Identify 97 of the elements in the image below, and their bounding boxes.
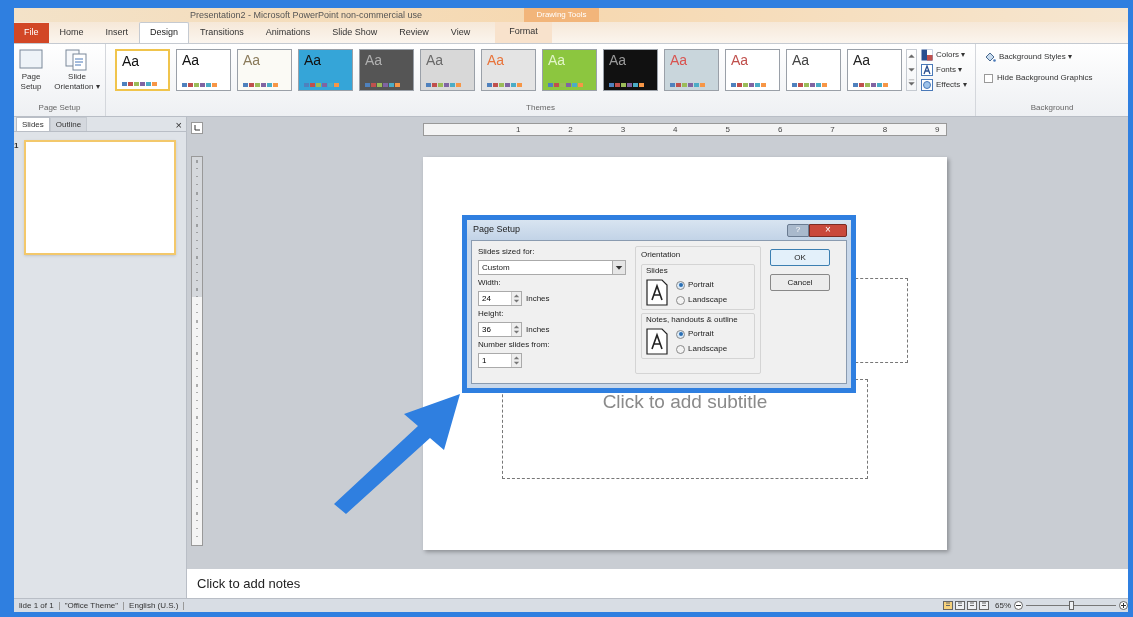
radio-label: Portrait bbox=[688, 328, 714, 340]
color-grid-icon bbox=[921, 49, 933, 61]
context-tab-label: Drawing Tools bbox=[524, 8, 599, 22]
radio-button[interactable] bbox=[676, 295, 685, 305]
more-icon[interactable] bbox=[907, 76, 916, 89]
ribbon-button[interactable]: Page Setup bbox=[14, 48, 48, 92]
theme-thumbnail[interactable]: Aa bbox=[420, 49, 475, 91]
zoom-slider-thumb[interactable] bbox=[1068, 601, 1074, 610]
ribbon-tab[interactable]: Slide Show bbox=[321, 23, 389, 43]
radio-button[interactable] bbox=[676, 344, 685, 354]
checkbox[interactable] bbox=[984, 73, 993, 83]
radio-label: Landscape bbox=[688, 343, 728, 355]
ruler-number: 8 bbox=[881, 125, 888, 134]
ribbon-menu-button[interactable]: Colors ▾ bbox=[921, 49, 967, 61]
dialog-title: Page Setup bbox=[473, 223, 521, 237]
view-icon[interactable] bbox=[955, 601, 965, 610]
ribbon-tab[interactable]: View bbox=[439, 23, 482, 43]
ribbon-menu-button[interactable]: Effects ▾ bbox=[921, 79, 967, 91]
theme-thumbnail[interactable]: Aa bbox=[298, 49, 353, 91]
spinner-icon[interactable] bbox=[511, 323, 521, 336]
zoom-out-icon[interactable] bbox=[1014, 601, 1023, 610]
theme-thumbnail[interactable]: Aa bbox=[603, 49, 658, 91]
ribbon-tab[interactable]: Home bbox=[48, 23, 95, 43]
close-button[interactable]: × bbox=[175, 120, 186, 131]
unit-label: Inches bbox=[526, 292, 550, 305]
ribbon-tab[interactable]: Animations bbox=[254, 23, 322, 43]
ribbon-tab[interactable]: Format bbox=[495, 21, 552, 43]
checkbox-label: Hide Background Graphics bbox=[997, 72, 1093, 84]
page-letter-icon bbox=[646, 328, 668, 355]
spinner-icon[interactable] bbox=[511, 354, 521, 367]
letter-icon bbox=[921, 64, 933, 76]
slide-thumbnail[interactable] bbox=[24, 140, 176, 255]
group-label: Page Setup bbox=[37, 102, 82, 114]
ruler-number: 5 bbox=[724, 125, 730, 134]
ribbon-tab[interactable]: File bbox=[14, 23, 49, 43]
ribbon-tab[interactable]: Review bbox=[388, 23, 440, 43]
size-dropdown[interactable]: Custom bbox=[478, 260, 626, 275]
zoom-level[interactable]: 65% bbox=[995, 599, 1011, 612]
group-title: Orientation bbox=[641, 249, 682, 261]
notes-pane[interactable]: Click to add notes bbox=[187, 566, 1128, 598]
radio-button[interactable] bbox=[676, 280, 685, 290]
field-label: Height: bbox=[478, 308, 505, 320]
radio-label: Landscape bbox=[688, 294, 728, 306]
number-field[interactable]: 24 bbox=[478, 291, 522, 306]
pages-icon bbox=[64, 48, 90, 72]
ribbon-tab[interactable]: Design bbox=[139, 22, 190, 43]
zoom-in-icon[interactable] bbox=[1119, 601, 1128, 610]
status-text: English (U.S.) bbox=[124, 601, 185, 610]
view-icon[interactable] bbox=[943, 601, 953, 610]
ruler-number: 6 bbox=[776, 125, 783, 134]
page-icon bbox=[18, 48, 44, 72]
group-label: Themes bbox=[525, 102, 556, 114]
ribbon-tab[interactable]: Insert bbox=[94, 23, 140, 43]
window-title: Presentation2 - Microsoft PowerPoint non-commercial use bbox=[190, 10, 423, 20]
number-field[interactable]: 1 bbox=[478, 353, 522, 368]
ribbon-button[interactable]: Slide Orientation ▾ bbox=[49, 48, 105, 92]
group-label: Background bbox=[1029, 102, 1075, 114]
tab-stop-icon[interactable] bbox=[191, 122, 203, 134]
subtitle-placeholder-text: Click to add subtitle bbox=[602, 392, 768, 414]
close-button[interactable]: × bbox=[809, 223, 847, 237]
ruler-number: 9 bbox=[934, 125, 940, 134]
cancel-button[interactable]: Cancel bbox=[770, 274, 830, 291]
slide-show-icon[interactable] bbox=[979, 601, 989, 610]
ribbon-menu-button[interactable]: Fonts ▾ bbox=[921, 64, 967, 76]
ruler-number: 3 bbox=[619, 125, 626, 134]
ruler-number: 1 bbox=[514, 125, 521, 134]
field-label: Width: bbox=[478, 277, 502, 289]
theme-thumbnail[interactable]: Aa bbox=[786, 49, 841, 91]
radio-button[interactable] bbox=[676, 329, 685, 339]
theme-thumbnail[interactable]: Aa bbox=[237, 49, 292, 91]
pane-tab[interactable]: Outline bbox=[49, 117, 88, 131]
theme-thumbnail[interactable]: Aa bbox=[847, 49, 902, 91]
slide-number: 1 bbox=[14, 140, 20, 152]
ok-button[interactable]: OK bbox=[770, 249, 830, 266]
group-title: Notes, handouts & outline bbox=[646, 314, 739, 326]
ribbon-tab[interactable]: Transitions bbox=[189, 23, 255, 43]
status-text: "Office Theme" bbox=[59, 601, 125, 610]
unit-label: Inches bbox=[526, 323, 550, 336]
view-icon[interactable] bbox=[967, 601, 977, 610]
theme-thumbnail[interactable]: Aa bbox=[176, 49, 231, 91]
field-label: Slides sized for: bbox=[478, 246, 536, 258]
group-title: Slides bbox=[646, 265, 669, 277]
page-letter-icon bbox=[646, 279, 668, 306]
status-text: lide 1 of 1 bbox=[14, 601, 60, 610]
field-label: Number slides from: bbox=[478, 339, 551, 351]
pane-tab[interactable]: Slides bbox=[16, 117, 50, 131]
radio-label: Portrait bbox=[688, 279, 714, 291]
ruler-number: 7 bbox=[829, 125, 835, 134]
theme-thumbnail[interactable]: Aa bbox=[725, 49, 780, 91]
ruler-number: 4 bbox=[672, 125, 678, 134]
background-styles-button[interactable]: Background Styles ▾ bbox=[984, 51, 1128, 63]
spinner-icon[interactable] bbox=[511, 292, 521, 305]
ruler-number: 2 bbox=[567, 125, 573, 134]
circle-icon bbox=[921, 79, 933, 91]
notes-placeholder: Click to add notes bbox=[197, 574, 301, 593]
number-field[interactable]: 36 bbox=[478, 322, 522, 337]
theme-thumbnail[interactable]: Aa bbox=[115, 49, 170, 91]
